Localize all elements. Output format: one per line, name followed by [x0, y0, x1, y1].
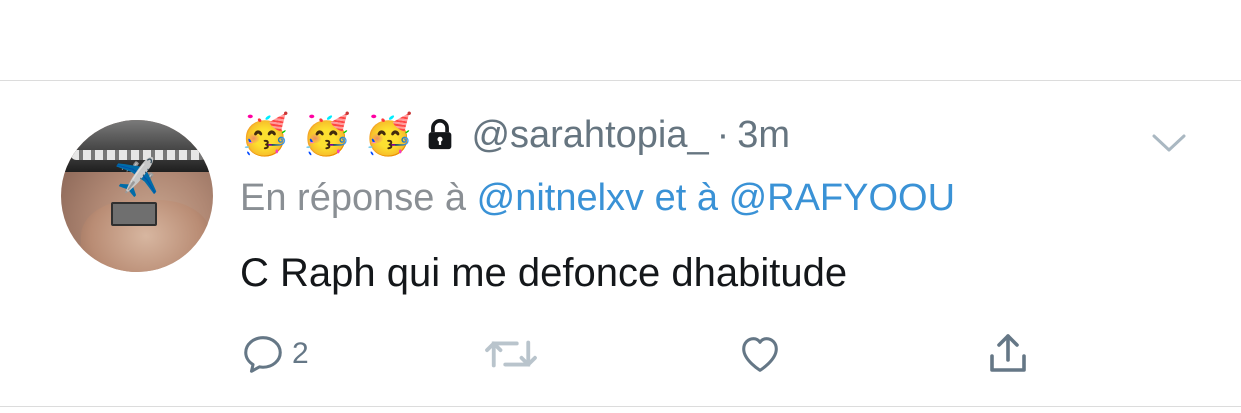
reply-context: En réponse à @nitnelxv et à @RAFYOOU — [240, 177, 955, 220]
retweet-button[interactable] — [483, 329, 539, 379]
reply-conjunction: et à — [654, 177, 718, 219]
mention-link[interactable]: @nitnelxv — [477, 177, 644, 219]
retweet-icon — [485, 340, 537, 368]
bottom-divider — [0, 406, 1241, 407]
tweet[interactable]: ✈️ 🥳 🥳 🥳 @sarahtopia_ · 3m En réponse à … — [0, 81, 1241, 406]
partying-face-emoji: 🥳 — [301, 112, 352, 158]
share-button[interactable] — [984, 329, 1032, 379]
avatar-card — [111, 202, 157, 226]
share-icon — [990, 334, 1026, 372]
lock-icon — [429, 119, 452, 150]
avatar[interactable]: ✈️ — [61, 120, 213, 272]
separator-dot: · — [716, 113, 730, 156]
mention-link[interactable]: @RAFYOOU — [729, 177, 955, 219]
timestamp[interactable]: 3m — [737, 114, 790, 157]
partying-face-emoji: 🥳 — [363, 112, 414, 158]
tweet-header: 🥳 🥳 🥳 @sarahtopia_ · 3m — [240, 105, 790, 165]
partying-face-emoji: 🥳 — [240, 112, 290, 158]
reply-prefix: En réponse à — [240, 177, 467, 219]
airplane-icon: ✈️ — [113, 157, 161, 201]
heart-icon — [742, 337, 778, 372]
reply-count: 2 — [292, 337, 309, 370]
chevron-down-icon[interactable] — [1150, 131, 1188, 155]
user-handle[interactable]: @sarahtopia_ — [471, 114, 708, 157]
like-button[interactable] — [736, 329, 784, 379]
tweet-actions: 2 — [240, 329, 1080, 379]
reply-icon — [244, 336, 282, 373]
reply-button[interactable]: 2 — [240, 329, 309, 379]
tweet-text: C Raph qui me defonce dhabitude — [240, 251, 848, 295]
